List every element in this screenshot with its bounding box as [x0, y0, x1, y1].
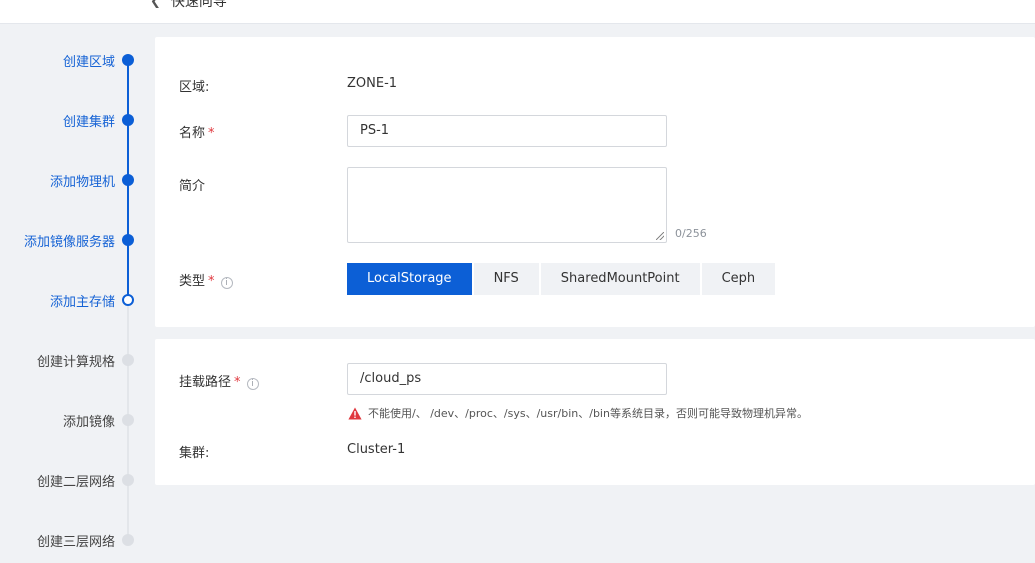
top-bar: ❮ 快速向导: [0, 0, 1035, 24]
info-icon[interactable]: i: [246, 378, 259, 390]
step-label: 创建三层网络: [36, 535, 115, 550]
step-done-dot: [122, 174, 134, 186]
step-add-primary-storage[interactable]: 添加主存储: [0, 290, 150, 310]
type-sharedmountpoint-button[interactable]: SharedMountPoint: [540, 263, 700, 295]
name-label: 名称 *: [179, 126, 215, 141]
step-done-dot: [122, 114, 134, 126]
required-mark: *: [234, 375, 241, 390]
type-localstorage-button[interactable]: LocalStorage: [347, 263, 472, 295]
storage-type-group: LocalStorage NFS SharedMountPoint Ceph: [347, 263, 776, 295]
name-input[interactable]: PS-1: [347, 115, 667, 147]
resize-handle-icon[interactable]: [656, 232, 664, 240]
step-done-dot: [122, 54, 134, 66]
step-label: 创建集群: [62, 115, 115, 130]
warning-text: 不能使用/、 /dev、/proc、/sys、/usr/bin、/bin等系统目…: [368, 407, 808, 420]
description-counter: 0/256: [675, 227, 707, 240]
step-create-l3-network: 创建三层网络: [0, 530, 150, 550]
mount-path-input[interactable]: /cloud_ps: [347, 363, 667, 395]
step-add-image-server[interactable]: 添加镜像服务器: [0, 230, 150, 250]
step-add-host[interactable]: 添加物理机: [0, 170, 150, 190]
mount-path-panel: 挂载路径 * i /cloud_ps 不能使用/、 /dev、/proc、/sys、…: [155, 339, 1035, 485]
warning-icon: [348, 407, 362, 419]
step-label: 添加物理机: [49, 175, 115, 190]
step-todo-dot: [122, 414, 134, 426]
required-mark: *: [208, 126, 215, 141]
step-create-l2-network: 创建二层网络: [0, 470, 150, 490]
step-label: 创建计算规格: [36, 355, 115, 370]
step-label: 创建二层网络: [36, 475, 115, 490]
step-label: 添加主存储: [49, 295, 115, 310]
type-nfs-button[interactable]: NFS: [473, 263, 539, 295]
mount-path-warning: 不能使用/、 /dev、/proc、/sys、/usr/bin、/bin等系统目…: [348, 405, 808, 421]
zone-value: ZONE-1: [347, 76, 398, 91]
description-label: 简介: [179, 179, 206, 194]
step-todo-dot: [122, 474, 134, 486]
type-label: 类型 * i: [179, 270, 233, 289]
info-icon[interactable]: i: [220, 277, 233, 289]
step-create-compute-offering: 创建计算规格: [0, 350, 150, 370]
primary-storage-form-panel: 区域: ZONE-1 名称 * PS-1 简介 0/256 类型 * i LocalS…: [155, 37, 1035, 327]
zone-label: 区域:: [179, 80, 210, 95]
chevron-left-icon: ❮: [150, 0, 161, 9]
cluster-value: Cluster-1: [347, 442, 406, 457]
step-label: 创建区域: [62, 55, 115, 70]
step-todo-dot: [122, 354, 134, 366]
description-textarea[interactable]: [347, 167, 667, 243]
cluster-label: 集群:: [179, 446, 210, 461]
step-current-dot: [122, 294, 134, 306]
required-mark: *: [208, 274, 215, 289]
back-button[interactable]: ❮ 快速向导: [150, 0, 227, 11]
step-label: 添加镜像服务器: [23, 235, 115, 250]
back-label: 快速向导: [170, 0, 227, 10]
step-create-zone[interactable]: 创建区域: [0, 50, 150, 70]
mount-path-label: 挂载路径 * i: [179, 371, 259, 390]
step-add-image: 添加镜像: [0, 410, 150, 430]
step-create-cluster[interactable]: 创建集群: [0, 110, 150, 130]
step-done-dot: [122, 234, 134, 246]
wizard-steps: 创建区域 创建集群 添加物理机 添加镜像服务器 添加主存储 创建计算规格 添加镜…: [0, 24, 150, 563]
type-ceph-button[interactable]: Ceph: [701, 263, 776, 295]
step-todo-dot: [122, 534, 134, 546]
step-label: 添加镜像: [62, 415, 115, 430]
